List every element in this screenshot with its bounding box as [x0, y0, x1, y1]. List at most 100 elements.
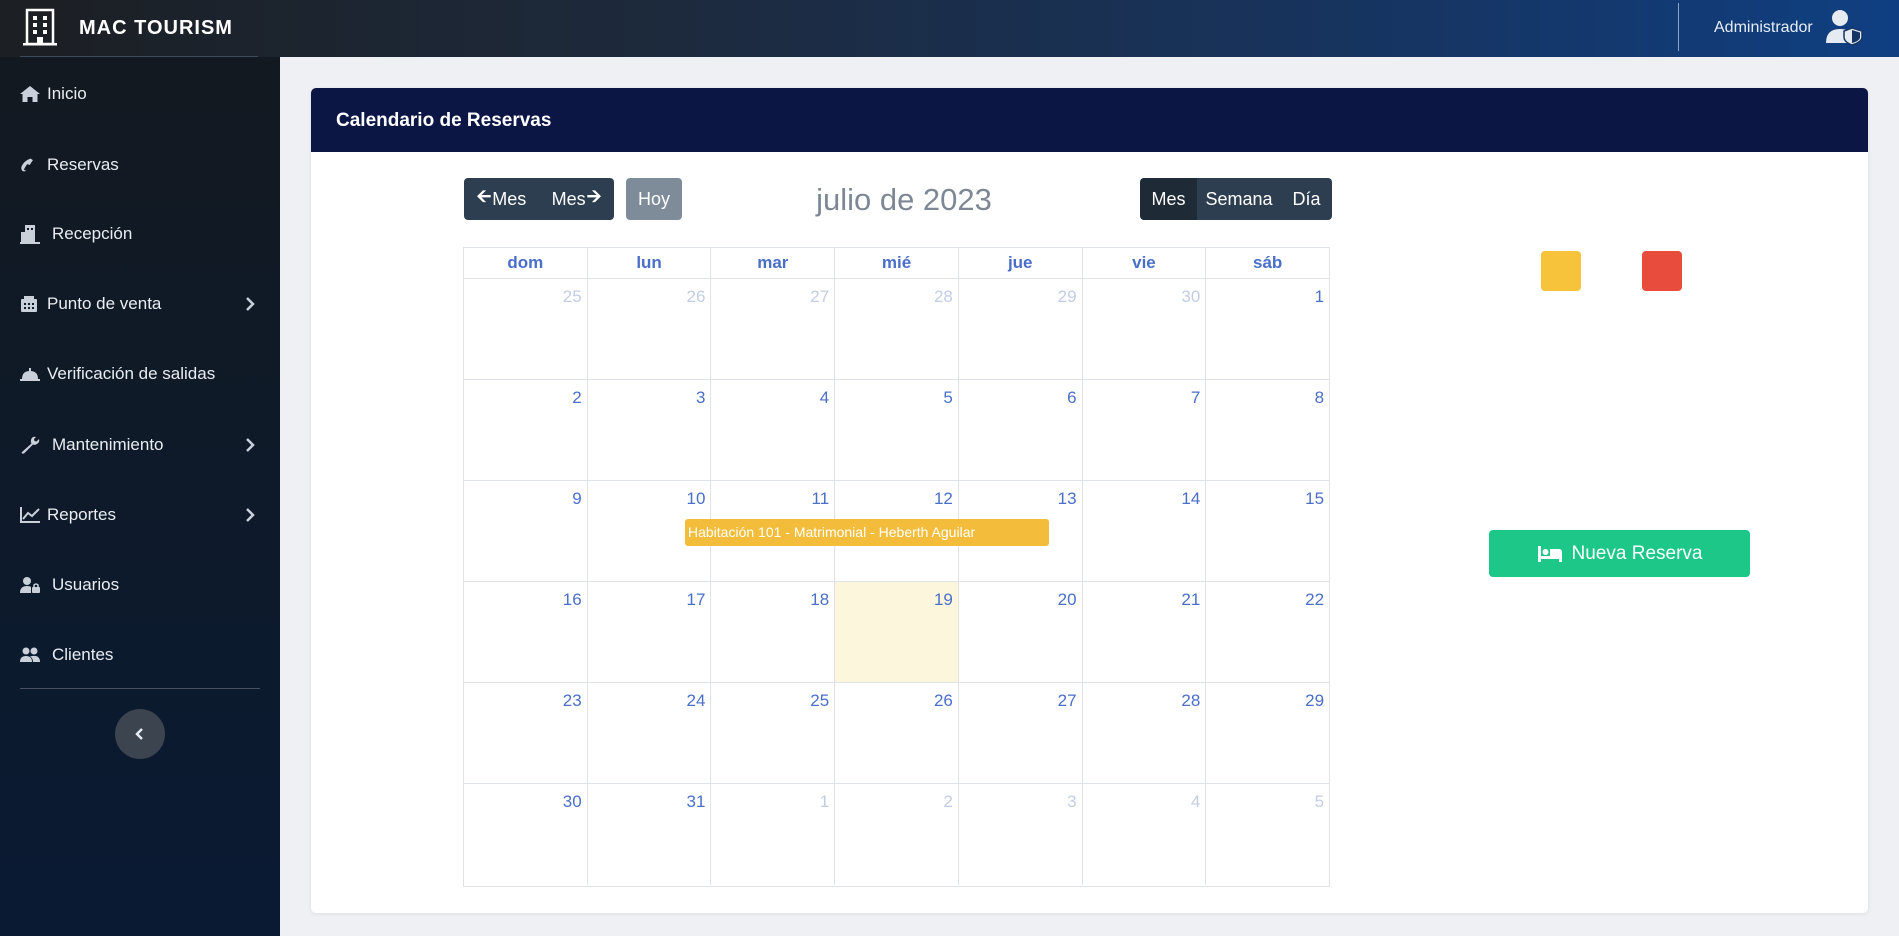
calendar-day[interactable]: 5: [835, 380, 959, 480]
calendar-day[interactable]: 25: [711, 683, 836, 783]
calendar-day[interactable]: 27: [711, 279, 836, 379]
sidebar-item-usuarios[interactable]: Usuarios: [0, 560, 280, 610]
sidebar-item-reservas[interactable]: Reservas: [0, 140, 280, 190]
calendar-day[interactable]: 23: [464, 683, 588, 783]
calendar-event[interactable]: Habitación 101 - Matrimonial - Heberth A…: [685, 519, 1049, 546]
view-month-button[interactable]: Mes: [1140, 178, 1197, 220]
view-day-button[interactable]: Día: [1281, 178, 1332, 220]
sidebar-item-verificacion-de-salidas[interactable]: Verificación de salidas: [0, 349, 280, 399]
calendar-week-row: 30 31 1 2 3 4 5: [464, 784, 1329, 885]
calendar-day[interactable]: 26: [588, 279, 712, 379]
calendar-title: julio de 2023: [816, 182, 992, 217]
calendar-day[interactable]: 1: [711, 784, 836, 885]
view-label: Mes: [1151, 188, 1186, 209]
calendar-day[interactable]: 9: [464, 481, 588, 581]
sidebar-collapse-button[interactable]: [115, 709, 165, 759]
calendar-day[interactable]: 30: [464, 784, 588, 885]
new-reservation-label: Nueva Reserva: [1571, 542, 1703, 564]
calendar-day[interactable]: 26: [835, 683, 959, 783]
calendar-day[interactable]: 15: [1206, 481, 1329, 581]
calendar-day[interactable]: 21: [1083, 582, 1207, 682]
calendar-day[interactable]: 3: [588, 380, 712, 480]
calendar-day[interactable]: 1: [1206, 279, 1329, 379]
header-divider: [1678, 3, 1679, 51]
sidebar-item-recepcion[interactable]: Recepción: [0, 209, 280, 259]
weekday-header: vie: [1083, 248, 1207, 278]
user-label[interactable]: Administrador: [1714, 19, 1813, 37]
weekday-header: mar: [711, 248, 836, 278]
calendar-day[interactable]: 2: [835, 784, 959, 885]
calendar-day[interactable]: 4: [1083, 784, 1207, 885]
day-number: 5: [943, 388, 953, 407]
day-number: 25: [562, 287, 582, 306]
calendar-day[interactable]: 31: [588, 784, 712, 885]
day-number: 16: [562, 590, 582, 609]
sidebar-item-punto-de-venta[interactable]: Punto de venta: [0, 279, 280, 329]
sidebar-divider: [20, 688, 260, 689]
register-icon: [21, 296, 37, 312]
day-number: 23: [562, 691, 582, 710]
day-number: 2: [943, 792, 953, 811]
view-week-button[interactable]: Semana: [1197, 178, 1281, 220]
day-number: 21: [1181, 590, 1201, 609]
calendar-day[interactable]: 30: [1083, 279, 1207, 379]
day-number: 17: [686, 590, 706, 609]
day-number: 24: [686, 691, 706, 710]
day-number: 19: [933, 590, 953, 609]
calendar-day[interactable]: 18: [711, 582, 836, 682]
calendar-day[interactable]: 7: [1083, 380, 1207, 480]
calendar-day[interactable]: 28: [835, 279, 959, 379]
bed-icon: [1537, 545, 1562, 562]
card-header: Calendario de Reservas: [311, 88, 1868, 152]
sidebar-item-label: Mantenimiento: [52, 435, 164, 454]
calendar-day[interactable]: 2: [464, 380, 588, 480]
calendar-day[interactable]: 3: [959, 784, 1083, 885]
sidebar-item-label: Inicio: [47, 84, 87, 103]
day-number: 20: [1057, 590, 1077, 609]
legend-swatch-red: [1642, 251, 1682, 291]
calendar-weekday-header: dom lun mar mié jue vie sáb: [463, 247, 1330, 279]
weekday-header: jue: [959, 248, 1083, 278]
calendar-day[interactable]: 4: [711, 380, 836, 480]
calendar-day[interactable]: 28: [1083, 683, 1207, 783]
arrow-left-icon: 🡨: [476, 186, 492, 206]
calendar-day[interactable]: 14: [1083, 481, 1207, 581]
calendar-day[interactable]: 5: [1206, 784, 1329, 885]
day-number: 11: [811, 489, 830, 508]
sidebar-item-label: Clientes: [52, 645, 114, 664]
brand[interactable]: MAC TOURISM: [0, 0, 280, 57]
sidebar: Inicio Reservas Recepción Punto de venta: [0, 57, 280, 936]
calendar-day-today[interactable]: 19: [835, 582, 959, 682]
sidebar-item-clientes[interactable]: Clientes: [0, 630, 280, 680]
sidebar-item-mantenimiento[interactable]: Mantenimiento: [0, 420, 280, 470]
day-number: 26: [933, 691, 953, 710]
calendar-day[interactable]: 17: [588, 582, 712, 682]
chevron-right-icon: [246, 297, 255, 311]
calendar-week-row: 25 26 27 28 29 30 1: [464, 279, 1329, 380]
sidebar-item-reportes[interactable]: Reportes: [0, 490, 280, 540]
calendar-day[interactable]: 27: [959, 683, 1083, 783]
user-shield-icon[interactable]: [1824, 9, 1864, 45]
calendar-day[interactable]: 29: [959, 279, 1083, 379]
calendar-day[interactable]: 20: [959, 582, 1083, 682]
day-number: 27: [810, 287, 830, 306]
wrench-icon: [21, 436, 40, 454]
calendar-day[interactable]: 29: [1206, 683, 1329, 783]
day-number: 1: [819, 792, 830, 811]
calendar-day[interactable]: 24: [588, 683, 712, 783]
day-number: 1: [1314, 287, 1325, 306]
calendar-day[interactable]: 25: [464, 279, 588, 379]
sidebar-item-inicio[interactable]: Inicio: [0, 69, 280, 119]
today-label: Hoy: [637, 188, 670, 209]
calendar-day[interactable]: 8: [1206, 380, 1329, 480]
calendar-day[interactable]: 22: [1206, 582, 1329, 682]
prev-month-button[interactable]: 🡨 Mes: [464, 178, 539, 220]
day-number: 18: [810, 590, 830, 609]
phone-icon: [21, 158, 33, 172]
today-button[interactable]: Hoy: [626, 178, 682, 220]
calendar-day[interactable]: 16: [464, 582, 588, 682]
view-label: Día: [1292, 188, 1321, 209]
next-month-button[interactable]: Mes 🡪: [539, 178, 614, 220]
calendar-day[interactable]: 6: [959, 380, 1083, 480]
new-reservation-button[interactable]: Nueva Reserva: [1489, 530, 1750, 577]
